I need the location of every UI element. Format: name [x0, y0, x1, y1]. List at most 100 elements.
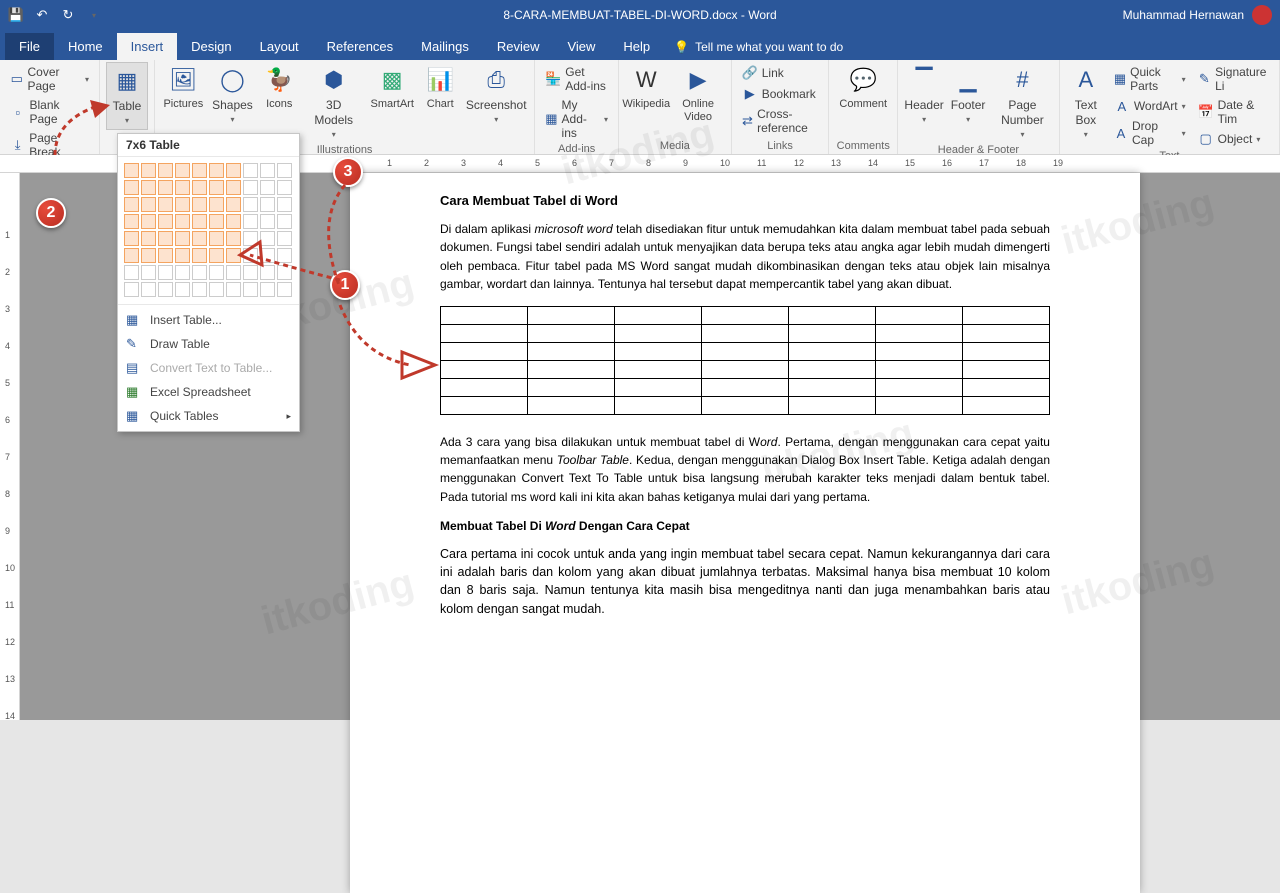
table-cell[interactable] [441, 306, 528, 324]
grid-cell[interactable] [277, 282, 292, 297]
grid-cell[interactable] [192, 231, 207, 246]
table-cell[interactable] [441, 360, 528, 378]
grid-cell[interactable] [192, 163, 207, 178]
table-cell[interactable] [876, 378, 963, 396]
grid-cell[interactable] [175, 231, 190, 246]
get-addins-button[interactable]: 🏪Get Add-ins [543, 64, 610, 94]
tab-review[interactable]: Review [483, 33, 554, 60]
grid-cell[interactable] [209, 163, 224, 178]
table-cell[interactable] [441, 342, 528, 360]
table-cell[interactable] [789, 342, 876, 360]
blank-page-button[interactable]: ▫Blank Page [8, 97, 91, 127]
table-cell[interactable] [528, 306, 615, 324]
grid-cell[interactable] [226, 231, 241, 246]
wikipedia-button[interactable]: WWikipedia [625, 62, 667, 113]
grid-cell[interactable] [226, 265, 241, 280]
grid-cell[interactable] [243, 265, 258, 280]
grid-cell[interactable] [260, 282, 275, 297]
chart-button[interactable]: 📊Chart [420, 62, 460, 113]
popup-menu-item[interactable]: ✎Draw Table [118, 332, 299, 356]
grid-cell[interactable] [209, 214, 224, 229]
grid-cell[interactable] [209, 231, 224, 246]
signature-line-button[interactable]: ✎Signature Li [1196, 64, 1271, 94]
table-cell[interactable] [528, 342, 615, 360]
grid-cell[interactable] [260, 214, 275, 229]
grid-cell[interactable] [260, 248, 275, 263]
table-cell[interactable] [615, 378, 702, 396]
grid-cell[interactable] [158, 214, 173, 229]
table-cell[interactable] [702, 378, 789, 396]
grid-cell[interactable] [158, 197, 173, 212]
popup-menu-item[interactable]: ▦Insert Table... [118, 308, 299, 332]
screenshot-button[interactable]: ⎙Screenshot▾ [464, 62, 528, 128]
redo-icon[interactable]: ↻ [60, 7, 76, 23]
grid-cell[interactable] [158, 248, 173, 263]
popup-menu-item[interactable]: ▦Excel Spreadsheet [118, 380, 299, 404]
table-cell[interactable] [876, 342, 963, 360]
table-cell[interactable] [789, 306, 876, 324]
grid-cell[interactable] [175, 163, 190, 178]
grid-cell[interactable] [277, 214, 292, 229]
table-size-grid[interactable] [118, 157, 299, 304]
grid-cell[interactable] [260, 180, 275, 195]
grid-cell[interactable] [260, 163, 275, 178]
grid-cell[interactable] [226, 197, 241, 212]
table-cell[interactable] [876, 396, 963, 414]
cover-page-button[interactable]: ▭Cover Page▾ [8, 64, 91, 94]
grid-cell[interactable] [175, 214, 190, 229]
grid-cell[interactable] [124, 214, 139, 229]
grid-cell[interactable] [175, 197, 190, 212]
table-cell[interactable] [702, 306, 789, 324]
grid-cell[interactable] [260, 197, 275, 212]
grid-cell[interactable] [243, 197, 258, 212]
grid-cell[interactable] [158, 282, 173, 297]
table-cell[interactable] [789, 378, 876, 396]
grid-cell[interactable] [209, 265, 224, 280]
grid-cell[interactable] [226, 282, 241, 297]
pictures-button[interactable]: 🖼Pictures [161, 62, 206, 113]
table-cell[interactable] [963, 324, 1050, 342]
grid-cell[interactable] [175, 180, 190, 195]
grid-cell[interactable] [277, 163, 292, 178]
grid-cell[interactable] [141, 197, 156, 212]
table-cell[interactable] [963, 306, 1050, 324]
shapes-button[interactable]: ◯Shapes▾ [210, 62, 256, 128]
grid-cell[interactable] [277, 231, 292, 246]
grid-cell[interactable] [141, 282, 156, 297]
online-video-button[interactable]: ▶Online Video [671, 62, 724, 126]
tab-mailings[interactable]: Mailings [407, 33, 483, 60]
grid-cell[interactable] [277, 248, 292, 263]
tell-me-search[interactable]: 💡 Tell me what you want to do [664, 34, 853, 60]
grid-cell[interactable] [124, 248, 139, 263]
document-page[interactable]: Cara Membuat Tabel di Word Di dalam apli… [350, 173, 1140, 893]
comment-button[interactable]: 💬Comment [835, 62, 891, 113]
table-cell[interactable] [876, 324, 963, 342]
table-cell[interactable] [615, 306, 702, 324]
grid-cell[interactable] [243, 248, 258, 263]
tab-insert[interactable]: Insert [117, 33, 178, 60]
table-cell[interactable] [615, 360, 702, 378]
table-cell[interactable] [789, 360, 876, 378]
grid-cell[interactable] [141, 231, 156, 246]
grid-cell[interactable] [243, 214, 258, 229]
grid-cell[interactable] [226, 163, 241, 178]
grid-cell[interactable] [243, 231, 258, 246]
grid-cell[interactable] [192, 265, 207, 280]
grid-cell[interactable] [277, 197, 292, 212]
table-cell[interactable] [528, 360, 615, 378]
footer-button[interactable]: ▁Footer▾ [948, 62, 988, 128]
grid-cell[interactable] [226, 248, 241, 263]
grid-cell[interactable] [175, 248, 190, 263]
grid-cell[interactable] [124, 231, 139, 246]
tab-file[interactable]: File [5, 33, 54, 60]
table-cell[interactable] [528, 378, 615, 396]
tab-help[interactable]: Help [609, 33, 664, 60]
cross-reference-button[interactable]: ⇄Cross-reference [740, 106, 821, 136]
save-icon[interactable]: 💾 [8, 7, 24, 23]
header-button[interactable]: ▔Header▾ [904, 62, 944, 128]
undo-icon[interactable]: ↶ [34, 7, 50, 23]
grid-cell[interactable] [260, 265, 275, 280]
popup-menu-item[interactable]: ▦Quick Tables▸ [118, 404, 299, 428]
bookmark-button[interactable]: ▶Bookmark [740, 85, 821, 103]
grid-cell[interactable] [141, 248, 156, 263]
